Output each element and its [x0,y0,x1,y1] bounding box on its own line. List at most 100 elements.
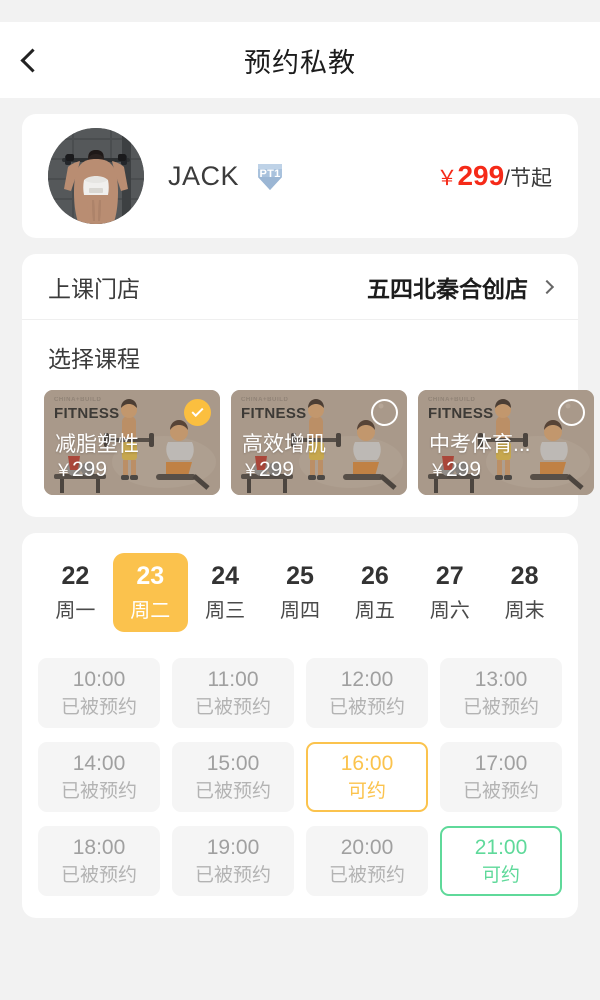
avatar [48,128,144,224]
date-cell[interactable]: 24 周三 [188,553,263,632]
course-price: ￥299 [429,456,481,482]
course-price-amount: 299 [72,458,108,481]
trainer-identity: JACK PT1 [168,159,436,193]
check-icon [191,404,204,418]
course-brand-small: CHINA+BUILD [54,397,102,403]
course-price: ￥299 [242,456,294,482]
course-price-currency: ￥ [429,461,446,480]
slot-time: 12:00 [340,668,394,692]
back-button[interactable] [0,22,64,98]
store-selector-row[interactable]: 上课门店 五四北秦合创店 [22,254,578,320]
course-select-radio-checked[interactable] [184,399,211,426]
price-currency: ￥ [436,167,458,190]
date-cell[interactable]: 22 周一 [38,553,113,632]
slot-time: 20:00 [340,836,394,860]
course-brand: FITNESS [54,405,120,422]
trainer-name: JACK [168,160,240,191]
time-slot-available-selected[interactable]: 21:00 可约 [440,826,562,897]
time-slot-grid: 10:00 已被预约 11:00 已被预约 12:00 已被预约 13:00 已… [38,658,562,897]
page-header: 预约私教 [0,22,600,98]
slot-status: 已被预约 [194,780,271,802]
slot-status: 可约 [347,780,386,802]
time-slot-booked: 10:00 已被预约 [38,658,160,729]
page-title: 预约私教 [244,47,356,78]
date-selector: 22 周一 23 周二 24 周三 25 周四 26 周五 27 周六 28 周… [38,553,562,633]
course-card[interactable]: CHINA+BUILD FITNESS 中考体育... ￥299 [418,390,594,495]
store-label: 上课门店 [48,275,140,302]
trainer-card[interactable]: JACK PT1 ￥299/节起 [22,114,578,238]
date-cell-selected[interactable]: 23 周二 [112,553,188,633]
slot-time: 21:00 [474,836,528,860]
slot-time: 14:00 [72,752,126,776]
course-section-title: 选择课程 [48,346,140,372]
date-weekday: 周一 [55,600,96,623]
course-brand: FITNESS [241,405,307,422]
price-amount: 299 [457,160,505,191]
slot-status: 已被预约 [60,780,137,802]
date-weekday: 周二 [130,600,171,623]
date-cell[interactable]: 27 周六 [412,553,487,632]
date-day: 28 [510,562,539,590]
course-brand-small: CHINA+BUILD [241,397,289,403]
time-slot-booked: 19:00 已被预约 [172,826,294,897]
date-day: 23 [136,562,165,590]
slot-status: 已被预约 [60,864,137,886]
course-price-currency: ￥ [55,461,72,480]
course-list: CHINA+BUILD FITNESS 减脂塑性 ￥299 CHINA+BUIL… [44,390,594,495]
date-cell[interactable]: 28 周末 [487,553,562,632]
course-card[interactable]: CHINA+BUILD FITNESS 减脂塑性 ￥299 [44,390,220,495]
time-slot-booked: 14:00 已被预约 [38,742,160,813]
slot-time: 16:00 [340,752,394,776]
date-day: 24 [211,562,240,590]
slot-time: 18:00 [72,836,126,860]
course-select-radio[interactable] [558,399,585,426]
date-day: 25 [286,562,314,590]
slot-time: 17:00 [474,752,528,776]
slot-status: 可约 [481,864,520,886]
store-value: 五四北秦合创店 [367,275,528,302]
status-bar [0,0,600,22]
slot-time: 15:00 [206,752,260,776]
time-slot-booked: 15:00 已被预约 [172,742,294,813]
course-title: 中考体育... [429,433,531,456]
store-and-course-card: 上课门店 五四北秦合创店 选择课程 CHINA+BUILD FITNESS 减脂… [22,254,594,517]
time-slot-booked: 11:00 已被预约 [172,658,294,729]
time-slot-booked: 20:00 已被预约 [306,826,428,897]
slot-status: 已被预约 [328,696,405,718]
chevron-left-icon [19,47,45,73]
course-price-amount: 299 [259,458,295,481]
slot-status: 已被预约 [462,780,539,802]
course-brand-small: CHINA+BUILD [428,397,476,403]
time-slot-available[interactable]: 16:00 可约 [306,742,428,813]
date-day: 26 [360,562,389,590]
slot-time: 19:00 [206,836,260,860]
trainer-price: ￥299/节起 [436,160,552,192]
chevron-right-icon [539,279,555,294]
date-cell[interactable]: 26 周五 [337,553,412,632]
slot-time: 13:00 [474,668,528,692]
course-title: 高效增肌 [242,433,326,456]
date-cell[interactable]: 25 周四 [263,553,338,632]
course-card[interactable]: CHINA+BUILD FITNESS 高效增肌 ￥299 [231,390,407,495]
slot-time: 10:00 [72,668,126,692]
course-price-currency: ￥ [242,461,259,480]
slot-status: 已被预约 [194,864,271,886]
course-price: ￥299 [55,456,107,482]
app-screen: 预约私教 JACK PT1 ￥299/节起 上课门店 五四北秦合创店 选择课程 … [0,0,600,1000]
slot-status: 已被预约 [194,696,271,718]
date-weekday: 周末 [504,600,545,623]
time-slot-booked: 17:00 已被预约 [440,742,562,813]
course-select-radio[interactable] [371,399,398,426]
course-title: 减脂塑性 [55,433,139,456]
slot-status: 已被预约 [328,864,405,886]
time-slot-booked: 13:00 已被预约 [440,658,562,729]
slot-status: 已被预约 [462,696,539,718]
slot-status: 已被预约 [60,696,137,718]
store-value-group: 五四北秦合创店 [367,270,555,304]
date-weekday: 周六 [429,600,470,623]
course-price-amount: 299 [446,458,482,481]
schedule-card: 22 周一 23 周二 24 周三 25 周四 26 周五 27 周六 28 周… [22,533,578,919]
date-weekday: 周五 [354,600,395,623]
pt-level-badge-icon: PT1 [253,159,287,193]
time-slot-booked: 12:00 已被预约 [306,658,428,729]
